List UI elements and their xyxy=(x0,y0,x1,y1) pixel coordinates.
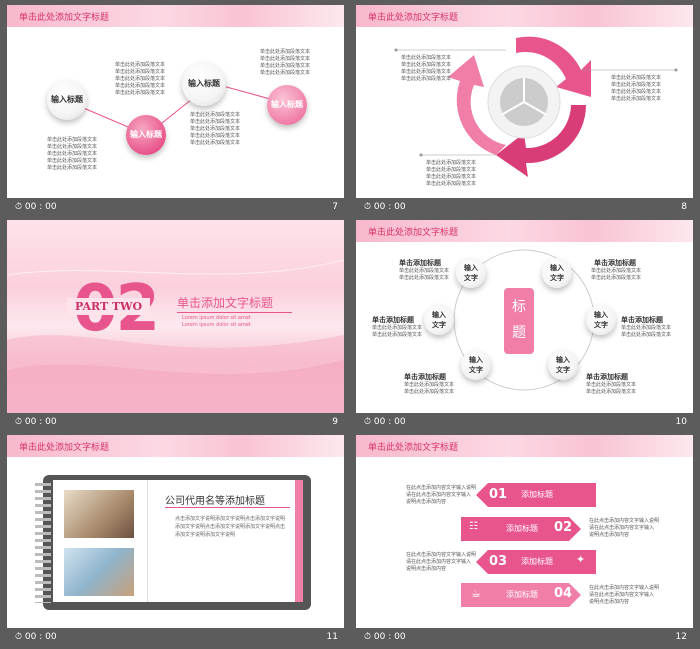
arrow-number: 02 xyxy=(554,520,573,535)
text-block: 单击此处添加段落文本 单击此处添加段落文本 xyxy=(621,325,672,338)
center-title: 标 题 xyxy=(504,288,534,354)
slide-header-title: 单击此处添加文字标题 xyxy=(19,443,110,453)
book-title: 公司代用名等添加标题 xyxy=(165,496,265,507)
node-circle: 输入 文字 xyxy=(461,350,491,380)
text-block: 单击此处添加段落文本 单击此处添加段落文本 单击此处添加段落文本 单击此处添加段落文本… xyxy=(190,112,241,146)
slide-time: ⏱ 00 : 00 xyxy=(364,202,406,212)
side-text: 在此点击添加内容文字输入说明 请在此点击添加内容文字输入 说明点击添加内容 xyxy=(589,518,660,538)
arrow-label: 添加标题 xyxy=(506,524,538,533)
wave-decoration xyxy=(7,259,344,413)
text-block: 单击此处添加段落文本 单击此处添加段落文本 xyxy=(591,268,642,281)
arrow-number: 01 xyxy=(489,487,508,502)
notebook-rings xyxy=(35,483,51,603)
text-block: 单击此处添加段落文本 单击此处添加段落文本 单击此处添加段落文本 单击此处添加段落文本 xyxy=(426,160,477,187)
slide-canvas: 02 PART TWO 单击添加文字标题 Lorem ipsum dolor s… xyxy=(7,220,344,413)
side-text: 在此点击添加内容文字输入说明 请在此点击添加内容文字输入 说明点击添加内容 xyxy=(589,585,660,605)
slide-footer: ⏱ 00 : 00 9 xyxy=(7,413,344,431)
pink-sidebar xyxy=(295,480,303,602)
text-block: 单击此处添加段落文本 单击此处添加段落文本 单击此处添加段落文本 单击此处添加段落文本… xyxy=(47,137,98,171)
slide-canvas: 单击此处添加文字标题 输入标题 输入标题 输入标题 输入标题 单击此处添加段落文… xyxy=(7,5,344,198)
section-underline xyxy=(177,312,292,313)
slide-footer: ⏱ 00 : 00 10 xyxy=(356,413,693,431)
slide-header: 单击此处添加文字标题 xyxy=(7,435,344,457)
node-subtitle: 单击添加标题 xyxy=(372,316,414,324)
text-block: 单击此处添加段落文本 单击此处添加段落文本 xyxy=(586,382,637,395)
slide-thumbnail-11[interactable]: 单击此处添加文字标题 公司代用名等添加标题 点击添加文字说明添加文字说明点击添加… xyxy=(7,435,344,646)
node-circle: 输入 文字 xyxy=(542,258,572,288)
slide-footer: ⏱ 00 : 00 7 xyxy=(7,198,344,216)
node-subtitle: 单击添加标题 xyxy=(404,373,446,381)
node-circle: 输入 文字 xyxy=(424,305,454,335)
slide-time: ⏱ 00 : 00 xyxy=(15,417,57,427)
slide-thumbnail-12[interactable]: 单击此处添加文字标题 01 添加标题 添加标题 02 ☷ 03 添加标题 ✦ ☕… xyxy=(356,435,693,646)
slide-time: ⏱ 00 : 00 xyxy=(15,202,57,212)
title-circle-4: 输入标题 xyxy=(267,85,307,125)
side-text: 在此点击添加内容文字输入说明 请在此点击添加内容文字输入 说明点击添加内容 xyxy=(406,552,477,572)
cup-icon: ☕ xyxy=(471,587,481,600)
slide-footer: ⏱ 00 : 00 11 xyxy=(7,628,344,646)
text-block: 单击此处添加段落文本 单击此处添加段落文本 xyxy=(372,325,423,338)
slide-thumbnail-7[interactable]: 单击此处添加文字标题 输入标题 输入标题 输入标题 输入标题 单击此处添加段落文… xyxy=(7,5,344,216)
node-subtitle: 单击添加标题 xyxy=(594,259,636,267)
node-circle: 输入 文字 xyxy=(548,350,578,380)
slide-canvas: 单击此处添加文字标题 单击此处添加段落文本 单击此处添加段落文本 单击此处添加段落文… xyxy=(356,5,693,198)
node-subtitle: 单击添加标题 xyxy=(621,316,663,324)
slide-time: ⏱ 00 : 00 xyxy=(15,632,57,642)
lorem-text: Lorem ipsum dolor sit amet Lorem ipsum do… xyxy=(182,315,251,328)
text-block: 单击此处添加段落文本 单击此处添加段落文本 xyxy=(404,382,455,395)
photo xyxy=(64,490,134,538)
text-block: 单击此处添加段落文本 单击此处添加段落文本 单击此处添加段落文本 单击此处添加段落文本 xyxy=(401,55,452,82)
text-block: 单击此处添加段落文本 单击此处添加段落文本 单击此处添加段落文本 单击此处添加段落文本… xyxy=(115,62,166,96)
slide-number: 10 xyxy=(675,417,687,427)
title-circle-2: 输入标题 xyxy=(126,115,166,155)
slide-footer: ⏱ 00 : 00 8 xyxy=(356,198,693,216)
slide-footer: ⏱ 00 : 00 12 xyxy=(356,628,693,646)
slide-canvas: 单击此处添加文字标题 01 添加标题 添加标题 02 ☷ 03 添加标题 ✦ ☕… xyxy=(356,435,693,628)
title-underline xyxy=(165,507,290,508)
arrow-number: 03 xyxy=(489,554,508,569)
text-block: 单击此处添加段落文本 单击此处添加段落文本 单击此处添加段落文本 单击此处添加段落文本 xyxy=(260,49,311,76)
slide-number: 7 xyxy=(332,202,338,212)
slide-canvas: 单击此处添加文字标题 公司代用名等添加标题 点击添加文字说明添加文字说明点击添加… xyxy=(7,435,344,628)
person-icon: ✦ xyxy=(576,553,586,566)
title-circle-1: 输入标题 xyxy=(47,80,87,120)
text-block: 单击此处添加段落文本 单击此处添加段落文本 单击此处添加段落文本 单击此处添加段落文本 xyxy=(611,75,662,102)
slide-time: ⏱ 00 : 00 xyxy=(364,632,406,642)
notebook-divider xyxy=(147,480,148,602)
arrow-label: 添加标题 xyxy=(506,590,538,599)
slide-number: 11 xyxy=(326,632,338,642)
arrow-label: 添加标题 xyxy=(521,557,553,566)
arrow-number: 04 xyxy=(554,586,573,601)
text-block: 单击此处添加段落文本 单击此处添加段落文本 xyxy=(399,268,450,281)
slide-thumbnail-10[interactable]: 单击此处添加文字标题 标 题 输入 文字 输入 文字 输入 文字 输入 文字 输… xyxy=(356,220,693,431)
slide-header: 单击此处添加文字标题 xyxy=(356,435,693,457)
slide-thumbnail-9[interactable]: 02 PART TWO 单击添加文字标题 Lorem ipsum dolor s… xyxy=(7,220,344,431)
slide-thumbnail-8[interactable]: 单击此处添加文字标题 单击此处添加段落文本 单击此处添加段落文本 单击此处添加段落文… xyxy=(356,5,693,216)
slide-time: ⏱ 00 : 00 xyxy=(364,417,406,427)
slide-number: 12 xyxy=(675,632,687,642)
node-subtitle: 单击添加标题 xyxy=(399,259,441,267)
side-text: 在此点击添加内容文字输入说明 请在此点击添加内容文字输入 说明点击添加内容 xyxy=(406,485,477,505)
slide-canvas: 单击此处添加文字标题 标 题 输入 文字 输入 文字 输入 文字 输入 文字 输… xyxy=(356,220,693,413)
node-circle: 输入 文字 xyxy=(586,305,616,335)
arrow-label: 添加标题 xyxy=(521,490,553,499)
slide-header-title: 单击此处添加文字标题 xyxy=(368,443,459,453)
paragraph: 点击添加文字说明添加文字说明点击添加文字说明添加文字说明点击添加文字说明添加文字… xyxy=(175,516,286,538)
section-title: 单击添加文字标题 xyxy=(177,296,274,310)
title-circle-3: 输入标题 xyxy=(182,62,226,106)
photo xyxy=(64,548,134,596)
people-icon: ☷ xyxy=(469,521,478,532)
slide-number: 9 xyxy=(332,417,338,427)
node-circle: 输入 文字 xyxy=(456,258,486,288)
part-label: PART TWO xyxy=(67,298,151,315)
node-subtitle: 单击添加标题 xyxy=(586,373,628,381)
slide-number: 8 xyxy=(681,202,687,212)
